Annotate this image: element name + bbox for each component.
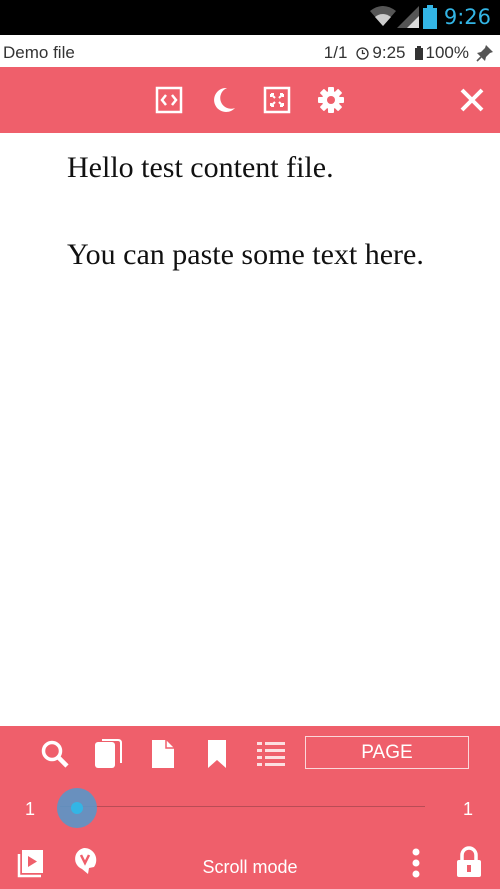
document-content: Hello test content file. You can paste s… [67, 150, 487, 324]
slider-thumb-dot [71, 802, 83, 814]
night-mode-icon [214, 87, 235, 112]
battery-small-icon [414, 46, 423, 60]
clock-icon [356, 46, 370, 60]
page-slider-thumb[interactable] [57, 788, 97, 828]
content-paragraph: Hello test content file. [67, 151, 334, 184]
bookmark-button[interactable] [200, 737, 234, 771]
search-icon [41, 740, 69, 768]
page-button[interactable]: PAGE [305, 736, 469, 769]
more-button[interactable] [399, 846, 433, 880]
autoscroll-button[interactable] [13, 846, 47, 880]
slider-max-label: 1 [463, 799, 474, 819]
status-time: 9:26 [443, 5, 491, 29]
document-icon [152, 740, 174, 768]
settings-button[interactable] [314, 83, 348, 117]
clock-time: 9:25 [372, 43, 406, 62]
fullscreen-button[interactable] [260, 83, 294, 117]
list-button[interactable] [254, 737, 288, 771]
wifi-icon [370, 6, 396, 26]
search-button[interactable] [38, 737, 72, 771]
slider-min-label: 1 [25, 799, 36, 819]
play-icon [17, 850, 43, 878]
bookmark-icon [208, 740, 226, 768]
page-slider-track[interactable] [60, 806, 425, 807]
tts-icon [75, 847, 97, 874]
battery-icon [423, 5, 437, 29]
list-icon [257, 742, 285, 766]
copy-icon [95, 739, 122, 768]
page-indicator: 1/1 [323, 43, 348, 62]
copy-button[interactable] [91, 737, 125, 771]
bottom-panel: PAGE 1 1 Scroll mode [0, 726, 500, 889]
more-icon [412, 848, 420, 878]
signal-icon [397, 6, 419, 28]
pin-icon[interactable] [476, 44, 494, 62]
close-icon [460, 88, 484, 112]
lock-button[interactable] [452, 845, 486, 879]
scroll-mode-toggle[interactable]: Scroll mode [190, 857, 310, 878]
document-button[interactable] [146, 737, 180, 771]
reader-info-bar: Demo file 1/1 9:25 100% [0, 35, 500, 67]
settings-icon [318, 87, 344, 113]
night-mode-button[interactable] [206, 83, 240, 117]
battery-percent: 100% [425, 43, 469, 62]
fit-width-icon [155, 86, 183, 114]
lock-icon [457, 846, 481, 877]
close-button[interactable] [455, 83, 489, 117]
fullscreen-icon [263, 86, 291, 114]
content-paragraph: You can paste some text here. [67, 238, 424, 271]
document-title: Demo file [3, 43, 75, 62]
fit-width-button[interactable] [152, 83, 186, 117]
status-bar: 9:26 [0, 0, 500, 35]
tts-button[interactable] [67, 844, 101, 878]
top-toolbar [0, 67, 500, 133]
